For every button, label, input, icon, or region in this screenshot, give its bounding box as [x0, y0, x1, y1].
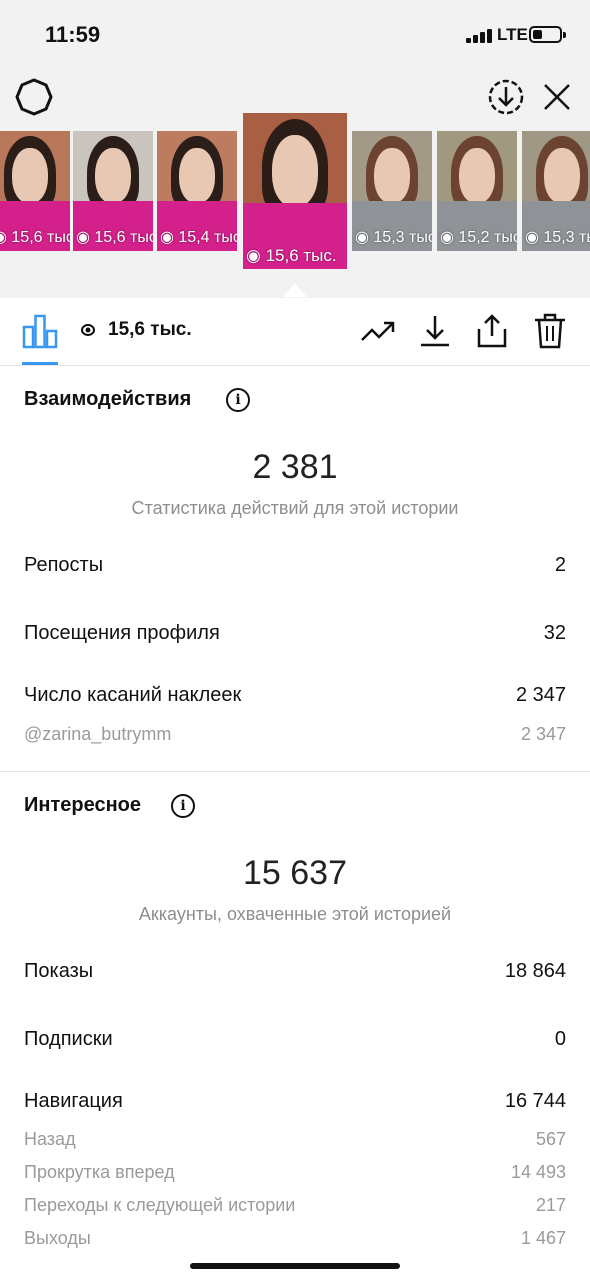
discovery-total: 15 637	[243, 854, 347, 892]
close-icon[interactable]	[537, 77, 577, 117]
stat-value: 2 347	[515, 684, 566, 706]
navigation-sub-value: 567	[535, 1129, 566, 1149]
info-icon[interactable]: i	[226, 388, 250, 412]
stat-value: 16 744	[504, 1090, 566, 1112]
sticker-mention-value: 2 347	[520, 724, 566, 744]
stat-label: Навигация	[24, 1090, 123, 1112]
story-views: ◉ 15,6 тыс.	[0, 229, 70, 246]
navigation-sub-label: Назад	[24, 1129, 76, 1149]
bar-chart-icon[interactable]	[22, 313, 58, 349]
status-bar: 11:59 LTE	[0, 0, 590, 70]
story-thumbnail[interactable]: ◉ 15,6 тыс.	[73, 131, 153, 251]
story-thumbnail[interactable]: ◉ 15,2 тыс.	[437, 131, 517, 251]
navigation-sub-value: 14 493	[510, 1162, 566, 1182]
stat-value: 0	[554, 1028, 566, 1050]
stat-label: Подписки	[24, 1028, 113, 1050]
sticker-mention-label: @zarina_butrymm	[24, 724, 172, 744]
stat-label: Репосты	[24, 554, 104, 576]
info-icon[interactable]: i	[171, 794, 195, 818]
download-circle-icon[interactable]	[486, 77, 526, 117]
home-indicator[interactable]	[190, 1263, 400, 1269]
story-strip-area: 11:59 LTE ◉ 15,6 тыс.	[0, 0, 590, 298]
battery-icon	[529, 26, 566, 43]
stat-label: Число касаний наклеек	[24, 684, 242, 706]
story-toolbar: 15,6 тыс.	[0, 298, 590, 366]
story-thumbnail[interactable]: ◉ 15,3 тыс.	[352, 131, 432, 251]
settings-icon[interactable]	[14, 77, 54, 117]
navigation-sub-value: 217	[535, 1195, 566, 1215]
navigation-sub-value: 1 467	[520, 1228, 566, 1248]
stat-label: Посещения профиля	[24, 622, 220, 644]
status-time: 11:59	[45, 22, 101, 47]
download-icon[interactable]	[416, 312, 454, 350]
section-divider	[0, 771, 590, 772]
trash-icon[interactable]	[531, 312, 569, 350]
signal-icon	[466, 29, 494, 43]
stat-value: 18 864	[504, 960, 566, 982]
interactions-caption: Статистика действий для этой истории	[131, 498, 459, 518]
story-thumbnail[interactable]: ◉ 15,6 тыс.	[0, 131, 70, 251]
views-count: 15,6 тыс.	[108, 319, 192, 340]
navigation-sub-label: Выходы	[24, 1228, 91, 1248]
story-thumbnails: ◉ 15,6 тыс. ◉ 15,6 тыс. ◉ 15,4 тыс. ◉ 15…	[0, 113, 590, 273]
discovery-caption: Аккаунты, охваченные этой историей	[138, 904, 452, 924]
navigation-sub-label: Переходы к следующей истории	[24, 1195, 296, 1215]
story-thumbnail[interactable]: ◉ 15,3 тыс.	[522, 131, 590, 251]
story-views: ◉ 15,2 тыс.	[440, 229, 517, 246]
stat-value: 2	[554, 554, 566, 576]
share-icon[interactable]	[473, 312, 511, 350]
stat-value: 32	[543, 622, 566, 644]
story-thumbnail-selected[interactable]: ◉ 15,6 тыс.	[243, 113, 347, 269]
story-views: ◉ 15,6 тыс.	[246, 246, 337, 265]
navigation-sub-label: Прокрутка вперед	[24, 1162, 175, 1182]
selected-story-pointer	[283, 283, 307, 297]
eye-icon	[81, 324, 95, 336]
story-views: ◉ 15,3 тыс.	[525, 229, 590, 246]
active-tab-indicator	[22, 362, 58, 365]
story-views: ◉ 15,6 тыс.	[76, 229, 153, 246]
story-views: ◉ 15,3 тыс.	[355, 229, 432, 246]
interactions-total: 2 381	[252, 448, 338, 486]
trending-icon[interactable]	[359, 312, 397, 350]
discovery-title: Интересное	[24, 794, 141, 816]
story-thumbnail[interactable]: ◉ 15,4 тыс.	[157, 131, 237, 251]
story-views: ◉ 15,4 тыс.	[160, 229, 237, 246]
interactions-title: Взаимодействия	[24, 388, 192, 410]
stat-label: Показы	[24, 960, 94, 982]
network-label: LTE	[497, 25, 528, 44]
